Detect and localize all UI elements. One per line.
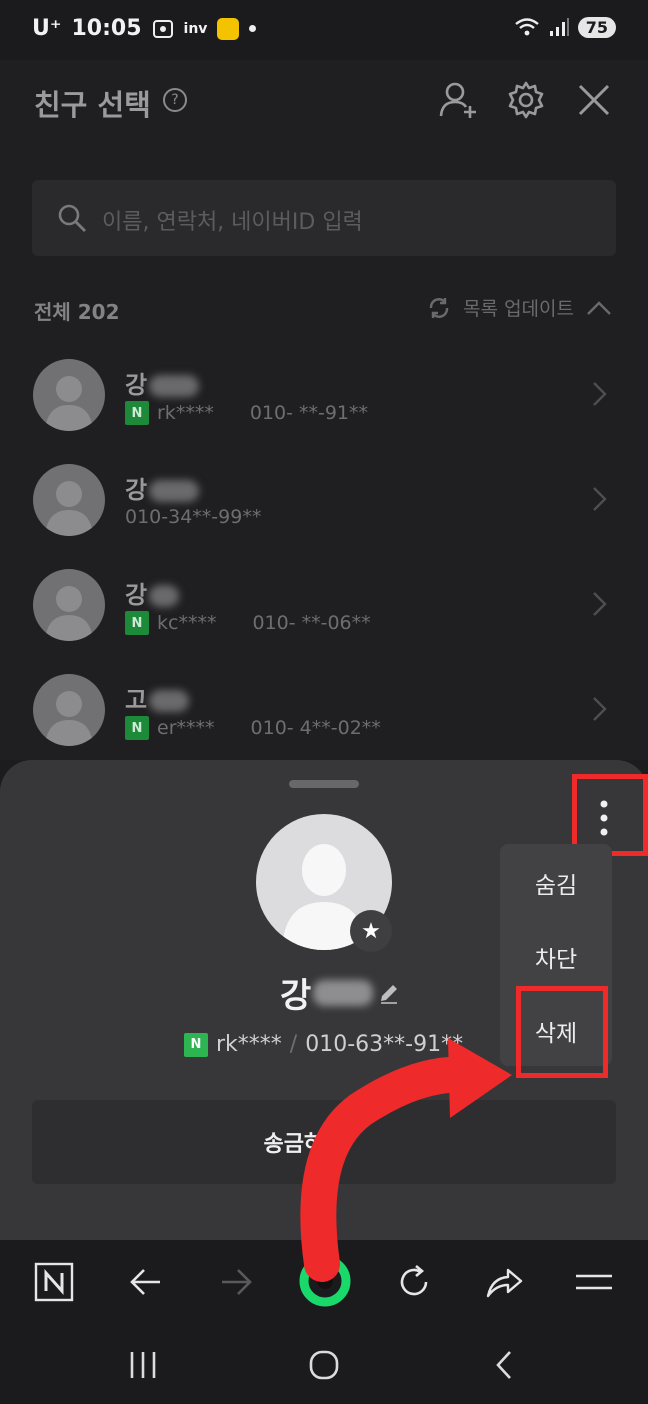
friend-info: N rk**** 010- **-91** xyxy=(125,401,368,425)
friend-info: N kc**** 010- **-06** xyxy=(125,611,371,635)
signal-icon xyxy=(549,18,569,36)
system-back-icon[interactable] xyxy=(488,1348,522,1382)
profile-name: 강 xyxy=(280,968,374,1017)
naver-badge-icon: N xyxy=(125,611,149,635)
friend-name: 강 xyxy=(125,365,200,400)
separator: / xyxy=(289,1032,298,1057)
friend-count-label: 전체 202 xyxy=(34,300,120,324)
refresh-icon xyxy=(429,297,449,318)
friend-phone: 010- 4**-02** xyxy=(250,717,381,739)
page-header: 친구 선택 ? xyxy=(0,60,648,140)
friend-phone: 010- **-06** xyxy=(252,612,371,634)
naver-badge-icon: N xyxy=(125,716,149,740)
friend-id: er**** xyxy=(157,717,215,739)
friend-info: N er**** 010- 4**-02** xyxy=(125,716,381,740)
inv-app-label: inv xyxy=(183,20,208,37)
green-dot-icon[interactable] xyxy=(298,1254,352,1308)
profile-bottom-sheet: ★ 강 N rk**** / 010-63**-91** 송금하기 숨김 차단 … xyxy=(0,760,648,1240)
carrier-label: U⁺ xyxy=(32,16,62,41)
add-friend-icon[interactable] xyxy=(436,78,480,122)
help-icon[interactable]: ? xyxy=(163,88,187,112)
send-money-button[interactable]: 송금하기 xyxy=(32,1100,616,1184)
friend-row[interactable]: 강 010-34**-99** xyxy=(0,464,648,564)
share-arrow-icon[interactable] xyxy=(484,1262,524,1302)
friend-select-page: 친구 선택 ? 이름, 연락처, 네이버ID 입력 전체 202 목록 업데이트… xyxy=(0,60,648,760)
chevron-right-icon xyxy=(593,592,607,616)
friend-id: kc**** xyxy=(157,612,217,634)
avatar xyxy=(33,569,105,641)
avatar xyxy=(33,464,105,536)
friend-row[interactable]: 강 N rk**** 010- **-91** xyxy=(0,359,648,459)
naver-badge-icon: N xyxy=(184,1032,208,1057)
reload-icon[interactable] xyxy=(394,1262,434,1302)
search-placeholder: 이름, 연락처, 네이버ID 입력 xyxy=(102,210,363,235)
wifi-icon xyxy=(514,18,539,36)
edit-pencil-icon[interactable] xyxy=(378,982,400,1004)
friend-row[interactable]: 고 N er**** 010- 4**-02** xyxy=(0,674,648,774)
screenshot-icon xyxy=(152,18,174,40)
friend-name: 강 xyxy=(125,575,180,610)
status-right: 75 xyxy=(514,16,616,38)
naver-home-icon[interactable] xyxy=(34,1262,74,1302)
back-arrow-icon[interactable] xyxy=(126,1262,166,1302)
menu-item-hide[interactable]: 숨김 xyxy=(500,866,612,900)
friend-id: rk**** xyxy=(157,402,214,424)
friend-info: 010-34**-99** xyxy=(125,506,261,528)
friend-name: 고 xyxy=(125,680,190,715)
search-input[interactable]: 이름, 연락처, 네이버ID 입력 xyxy=(32,180,616,256)
refresh-label: 목록 업데이트 xyxy=(463,298,574,320)
friend-phone: 010-34**-99** xyxy=(125,506,262,528)
profile-id: rk**** xyxy=(216,1032,282,1057)
chevron-right-icon xyxy=(593,487,607,511)
avatar xyxy=(33,359,105,431)
recent-apps-icon[interactable] xyxy=(126,1348,160,1382)
notification-dot-icon xyxy=(249,25,257,32)
naver-badge-icon: N xyxy=(125,401,149,425)
status-left: U⁺ 10:05 inv xyxy=(32,16,257,41)
avatar xyxy=(33,674,105,746)
sheet-drag-handle[interactable] xyxy=(289,780,359,788)
yellow-app-icon xyxy=(217,17,240,40)
profile-phone: 010-63**-91** xyxy=(305,1032,464,1057)
status-bar: U⁺ 10:05 inv 75 xyxy=(0,0,648,60)
chevron-up-icon xyxy=(587,300,611,315)
forward-arrow-icon[interactable] xyxy=(216,1262,256,1302)
friend-row[interactable]: 강 N kc**** 010- **-06** xyxy=(0,569,648,669)
friend-phone: 010- **-91** xyxy=(249,402,369,424)
friend-name: 강 xyxy=(125,470,200,505)
delete-highlight-box xyxy=(516,986,608,1078)
clock: 10:05 xyxy=(71,16,142,41)
system-navigation-bar xyxy=(0,1324,648,1404)
battery-indicator: 75 xyxy=(577,16,616,38)
menu-lines-icon[interactable] xyxy=(574,1262,614,1302)
page-title: 친구 선택 xyxy=(34,88,151,122)
favorite-star-icon[interactable]: ★ xyxy=(350,910,392,952)
home-circle-icon[interactable] xyxy=(307,1348,341,1382)
close-icon[interactable] xyxy=(572,78,616,122)
chevron-right-icon xyxy=(593,697,607,721)
search-icon xyxy=(58,204,86,232)
chevron-right-icon xyxy=(593,382,607,406)
browser-toolbar xyxy=(0,1240,648,1324)
profile-info: N rk**** / 010-63**-91** xyxy=(184,1032,463,1057)
settings-gear-icon[interactable] xyxy=(504,78,548,122)
more-vertical-icon[interactable] xyxy=(600,798,608,838)
menu-item-block[interactable]: 차단 xyxy=(500,940,612,974)
refresh-list-button[interactable]: 목록 업데이트 xyxy=(427,294,612,321)
